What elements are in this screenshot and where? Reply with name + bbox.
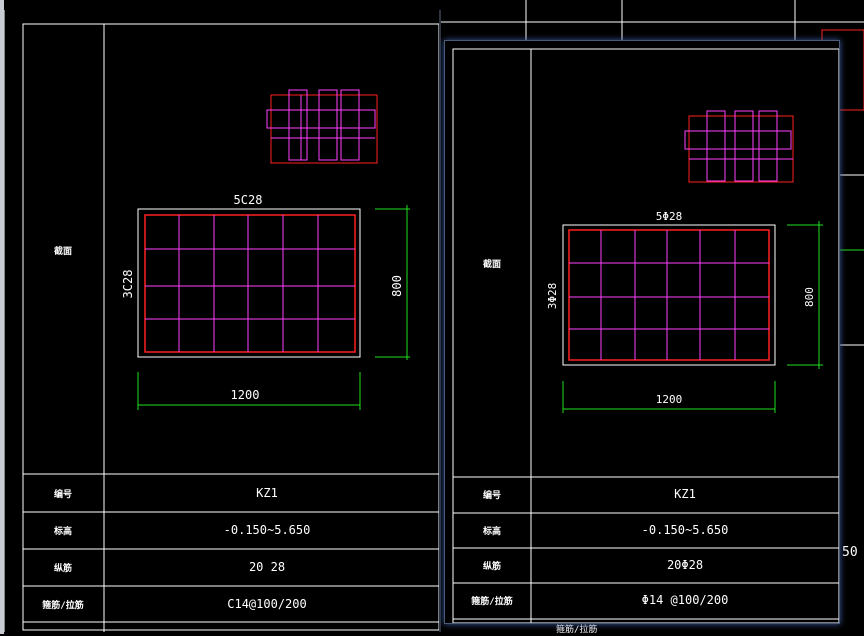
- row-label-stirrup: 箍筋/拉筋: [470, 595, 512, 607]
- row-value-stirrup: C14@100/200: [227, 597, 306, 611]
- row-value-stirrup: Φ14 @100/200: [642, 593, 729, 607]
- dimension-height-label: 800: [803, 287, 816, 307]
- column-stirrup-outer: [144, 214, 356, 353]
- row-label-stirrup: 箍筋/拉筋: [41, 599, 83, 611]
- row-value-elevation: -0.150~5.650: [224, 523, 311, 537]
- side-rebar-label: 3C28: [121, 270, 135, 299]
- top-rebar-label: 5Φ28: [656, 210, 683, 223]
- row-label-number: 编号: [483, 489, 501, 501]
- row-label-longitudinal: 纵筋: [54, 562, 72, 574]
- row-label-elevation: 标高: [482, 525, 501, 537]
- column-table-left: 截面 5C28 3C28 1200 800 编号 KZ1 标高 -0.150~5…: [22, 23, 440, 632]
- column-stirrup-outer: [568, 229, 770, 361]
- dimension-width-label: 1200: [231, 388, 260, 402]
- column-stirrups-inner: [569, 230, 769, 360]
- row-value-number: KZ1: [256, 486, 278, 500]
- row-label-number: 编号: [54, 488, 72, 500]
- drawing-window-left[interactable]: 截面 5C28 3C28 1200 800 编号 KZ1 标高 -0.150~5…: [4, 10, 441, 632]
- section-label: 截面: [483, 258, 501, 270]
- side-rebar-label: 3Φ28: [546, 283, 559, 310]
- column-stirrups-inner: [145, 215, 355, 352]
- background-peek-value: 50: [842, 545, 858, 560]
- row-value-elevation: -0.150~5.650: [642, 523, 729, 537]
- row-value-number: KZ1: [674, 487, 696, 501]
- row-label-elevation: 标高: [53, 525, 72, 537]
- stirrup-detail-small: [684, 110, 794, 183]
- column-table-right: 截面 5Φ28 3Φ28 1200 800 编号 KZ1 标高 -0.150~5…: [452, 48, 840, 624]
- dimension-height-label: 800: [390, 275, 404, 297]
- column-section-outline: [137, 208, 361, 358]
- dimension-lines: [562, 221, 823, 413]
- stirrup-detail-small: [266, 89, 378, 164]
- section-label: 截面: [54, 245, 72, 257]
- drawing-window-right[interactable]: 截面 5Φ28 3Φ28 1200 800 编号 KZ1 标高 -0.150~5…: [444, 40, 840, 624]
- dimension-width-label: 1200: [656, 393, 683, 406]
- column-section-outline: [562, 224, 776, 366]
- row-value-longitudinal: 20Φ28: [667, 558, 703, 572]
- row-label-longitudinal: 纵筋: [483, 560, 501, 572]
- top-rebar-label: 5C28: [234, 193, 263, 207]
- row-value-longitudinal: 20 28: [249, 560, 285, 574]
